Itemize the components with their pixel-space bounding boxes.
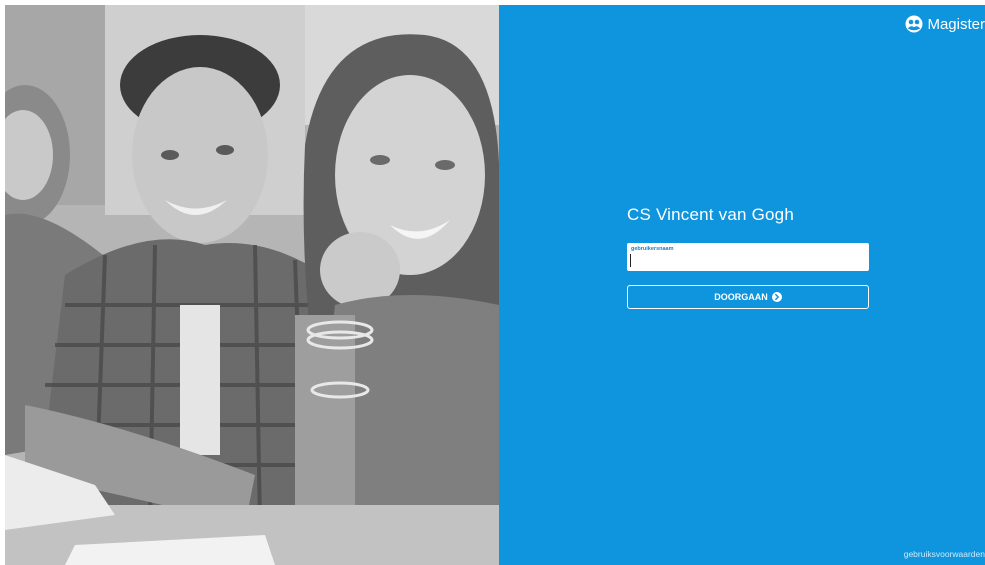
login-page: Magister CS Vincent van Gogh gebruikersn… (5, 5, 985, 565)
text-caret (630, 254, 631, 267)
terms-link[interactable]: gebruiksvoorwaarden (904, 549, 985, 559)
students-photo-image (5, 5, 499, 565)
arrow-right-circle-icon (771, 292, 782, 302)
hero-photo (5, 5, 499, 565)
brand: Magister (905, 15, 985, 33)
brand-name: Magister (927, 15, 985, 33)
username-input[interactable] (630, 252, 866, 268)
magister-logo-icon (905, 15, 923, 33)
continue-button-label: DOORGAAN (714, 292, 768, 302)
username-field[interactable]: gebruikersnaam (627, 243, 869, 271)
login-panel: Magister CS Vincent van Gogh gebruikersn… (499, 5, 985, 565)
continue-button[interactable]: DOORGAAN (627, 285, 869, 309)
school-name: CS Vincent van Gogh (627, 205, 794, 224)
